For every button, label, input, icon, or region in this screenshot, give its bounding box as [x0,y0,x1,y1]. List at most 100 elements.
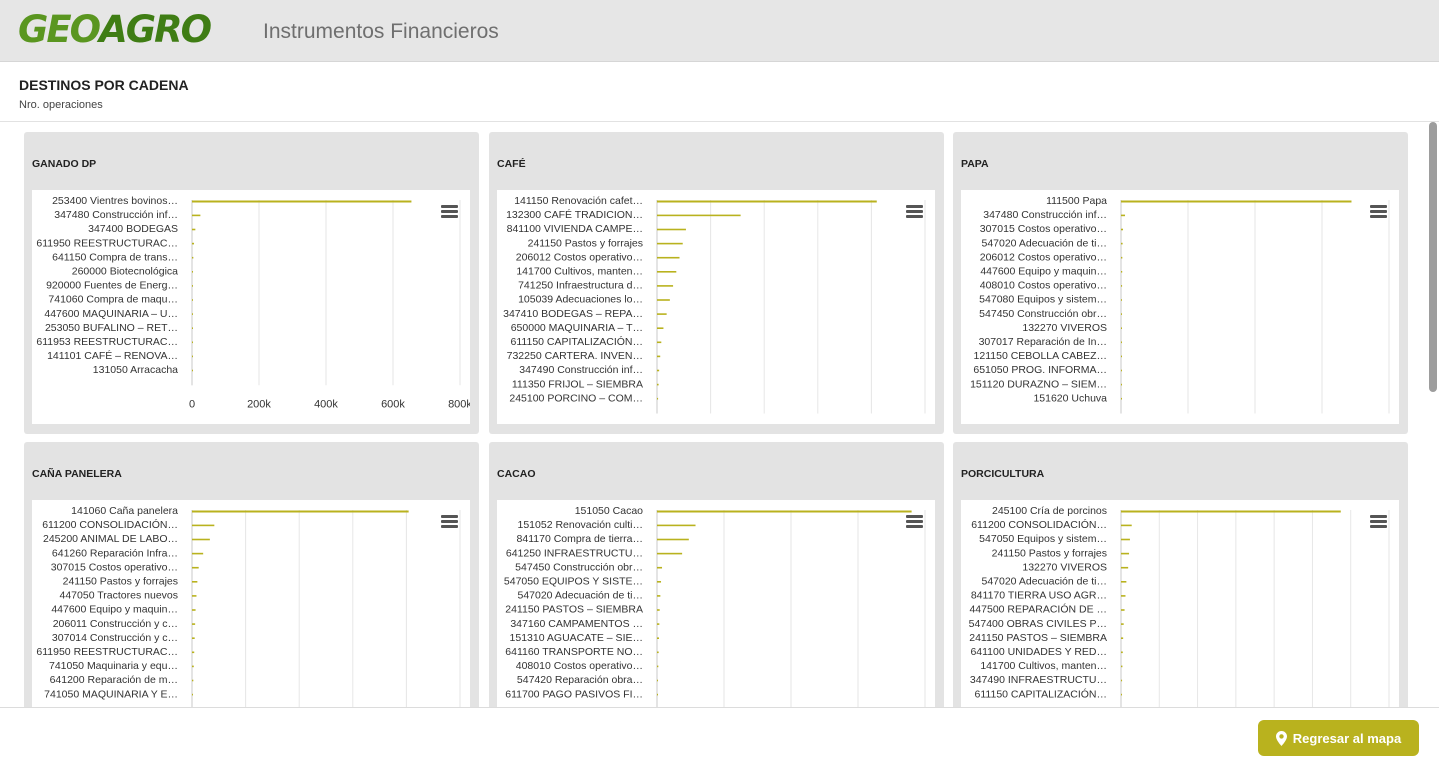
category-label: 408010 Costos operativo… [516,660,643,672]
bar[interactable] [1121,581,1127,583]
bar[interactable] [657,214,741,217]
bar[interactable] [1121,566,1129,569]
bar[interactable] [657,566,663,569]
bar[interactable] [1121,397,1122,400]
bar[interactable] [657,313,667,315]
bar[interactable] [192,242,195,245]
bar[interactable] [192,285,193,287]
bar[interactable] [657,327,664,329]
bar[interactable] [192,313,193,315]
bar[interactable] [192,355,193,358]
bar[interactable] [1121,623,1124,625]
chart-menu-icon[interactable] [1370,515,1387,528]
chart-menu-icon[interactable] [441,515,458,528]
category-label: 347400 BODEGAS [88,223,178,235]
bar[interactable] [192,609,196,611]
bar[interactable] [192,369,193,372]
bar[interactable] [1121,595,1126,597]
bar[interactable] [1121,299,1122,301]
bar[interactable] [657,665,659,668]
bar[interactable] [192,538,210,541]
bar[interactable] [657,581,662,583]
bar[interactable] [657,369,660,372]
bar[interactable] [657,693,658,696]
bar[interactable] [657,397,659,400]
bar[interactable] [1121,285,1123,287]
bar[interactable] [657,256,680,259]
bar[interactable] [192,214,201,217]
bar[interactable] [657,355,661,358]
bar[interactable] [657,200,877,203]
bar[interactable] [657,299,670,301]
bar[interactable] [1121,552,1130,555]
bar[interactable] [192,595,197,597]
bar[interactable] [192,651,195,654]
bar[interactable] [1121,524,1132,527]
bar[interactable] [1121,637,1124,639]
bar[interactable] [657,510,912,513]
charts-grid[interactable]: GANADO DP 0 200k 400k 600k 800k 253400 Vientre… [0,122,1439,707]
bar[interactable] [192,228,196,231]
bar[interactable] [657,242,683,245]
bar[interactable] [1121,538,1130,541]
chart-menu-icon[interactable] [906,205,923,218]
bar[interactable] [1121,510,1341,513]
bar[interactable] [192,524,215,527]
bar[interactable] [192,510,409,513]
bar[interactable] [657,552,683,555]
bar[interactable] [1121,651,1123,654]
vertical-scrollbar[interactable] [1429,122,1437,392]
bar[interactable] [192,299,193,301]
bar[interactable] [1121,665,1123,668]
bar[interactable] [657,651,659,654]
bar[interactable] [192,271,194,273]
bar[interactable] [1121,200,1352,203]
bar[interactable] [192,256,194,259]
bar[interactable] [1121,383,1122,386]
bar[interactable] [1121,355,1122,358]
bar[interactable] [192,679,194,682]
bar[interactable] [192,693,193,696]
bar[interactable] [657,623,660,625]
bar[interactable] [1121,214,1126,217]
category-label: 151620 Uchuva [1033,392,1107,404]
bar[interactable] [1121,271,1123,273]
bar[interactable] [192,327,193,329]
bar[interactable] [192,637,195,639]
bar[interactable] [657,538,689,541]
bar[interactable] [1121,228,1124,231]
bar[interactable] [657,595,661,597]
back-to-map-button[interactable]: Regresar al mapa [1258,720,1419,756]
bar[interactable] [657,285,674,287]
bar[interactable] [192,623,196,625]
bar[interactable] [192,581,198,583]
bar[interactable] [657,271,677,273]
chart-menu-icon[interactable] [441,205,458,218]
bar[interactable] [1121,609,1125,611]
bar[interactable] [657,383,659,386]
bar[interactable] [1121,313,1122,315]
bar[interactable] [192,566,199,569]
bar[interactable] [657,341,662,344]
bar[interactable] [1121,679,1123,682]
geoagro-logo[interactable]: GEOAGRO [18,8,212,51]
x-tick-label: 800k [448,398,470,410]
bar[interactable] [657,679,659,682]
bar[interactable] [1121,369,1122,372]
bar[interactable] [192,665,194,668]
bar[interactable] [192,200,412,203]
bar[interactable] [192,341,193,344]
bar[interactable] [192,552,204,555]
bar[interactable] [657,524,696,527]
bar[interactable] [657,609,660,611]
chart-menu-icon[interactable] [906,515,923,528]
section-subtitle: Nro. operaciones [19,99,103,111]
bar[interactable] [657,228,686,231]
bar[interactable] [1121,256,1123,259]
bar[interactable] [1121,693,1122,696]
bar[interactable] [1121,341,1122,344]
bar[interactable] [1121,242,1123,245]
bar[interactable] [657,637,660,639]
bar[interactable] [1121,327,1122,329]
chart-menu-icon[interactable] [1370,205,1387,218]
